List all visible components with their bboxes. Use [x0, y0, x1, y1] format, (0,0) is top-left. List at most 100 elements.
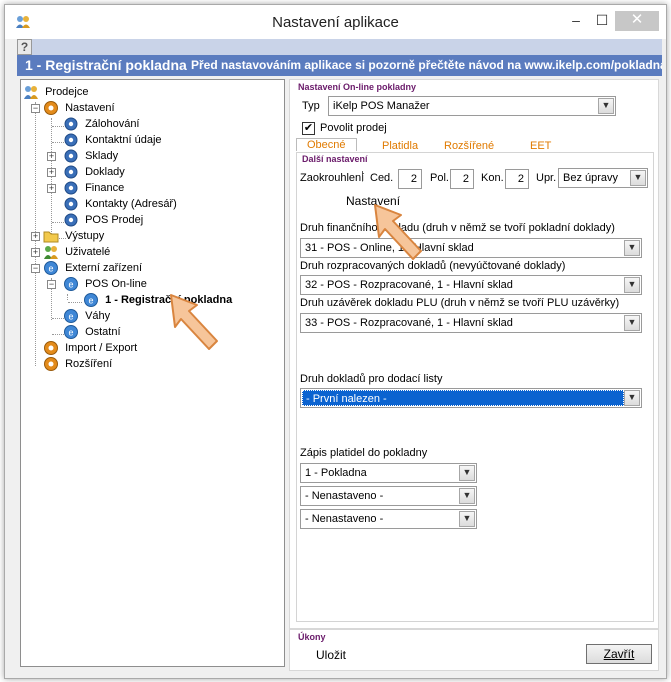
upr-select[interactable]: Bez úpravy ▼: [558, 168, 648, 188]
tab-rozsirene[interactable]: Rozšířené: [444, 140, 494, 152]
tree-item-externi-zarizeni[interactable]: e Externí zařízení: [43, 260, 142, 276]
upr-select-value: Bez úpravy: [563, 172, 619, 184]
tree-item-doklady[interactable]: Doklady: [63, 164, 125, 180]
payment-select-value: - Nenastaveno -: [305, 513, 384, 525]
pol-label: Pol.: [430, 172, 449, 184]
tree-item-finance[interactable]: Finance: [63, 180, 124, 196]
app-window: Nastavení aplikace – ☐ ✕ ? 1 - Registrač…: [4, 4, 667, 679]
expand-icon[interactable]: +: [31, 248, 40, 257]
header-hint: Před nastavováním aplikace si pozorně př…: [191, 58, 662, 72]
tab-obecne[interactable]: Obecné: [296, 138, 357, 151]
open-doc-select-value: 32 - POS - Rozpracované, 1 - Hlavní skla…: [305, 279, 513, 291]
maximize-button[interactable]: ☐: [589, 11, 615, 31]
folder-icon: [43, 231, 59, 243]
expand-icon[interactable]: +: [47, 184, 56, 193]
kon-input[interactable]: 2: [505, 169, 529, 189]
chevron-down-icon: ▼: [459, 488, 475, 504]
collapse-icon[interactable]: −: [31, 264, 40, 273]
help-icon[interactable]: ?: [17, 39, 32, 55]
tree-item-label: Zálohování: [85, 118, 140, 130]
type-select-value: iKelp POS Manažer: [333, 100, 430, 112]
fin-doc-select[interactable]: 31 - POS - Online, 1 - Hlavní sklad ▼: [300, 238, 642, 258]
settings-tree: Prodejce − Nastavení Zálohování Kontaktn…: [20, 79, 285, 667]
device-icon: e: [44, 261, 58, 275]
tree-item-label: Kontaktní údaje: [85, 134, 162, 146]
save-button[interactable]: Uložit: [316, 648, 346, 662]
tree-item-kontaktni-udaje[interactable]: Kontaktní údaje: [63, 132, 162, 148]
tree-item-label: Rozšíření: [65, 358, 113, 370]
more-settings-label: Další nastavení: [302, 154, 368, 164]
tree-item-pos-online[interactable]: e POS On-line: [63, 276, 147, 292]
tree-item-ostatni[interactable]: e Ostatní: [63, 324, 121, 340]
svg-text:e: e: [68, 280, 73, 290]
delivery-select[interactable]: - První nalezen - ▼: [300, 388, 642, 408]
tree-item-label: Kontakty (Adresář): [85, 198, 177, 210]
close-button[interactable]: Zavřít: [586, 644, 652, 664]
ced-label: Ced.: [370, 172, 394, 184]
plu-label: Druh uzávěrek dokladu PLU (druh v němž s…: [300, 297, 620, 309]
tree-item-vystupy[interactable]: Výstupy: [43, 228, 104, 244]
device-icon: e: [84, 293, 98, 307]
small-gear-icon: [64, 197, 78, 211]
type-select[interactable]: iKelp POS Manažer ▼: [328, 96, 616, 116]
tree-item-label: Finance: [85, 182, 125, 194]
payment-select-2[interactable]: - Nenastaveno - ▼: [300, 486, 477, 506]
svg-text:e: e: [68, 312, 73, 322]
tree-item-label: Sklady: [85, 150, 119, 162]
minimize-button[interactable]: –: [563, 11, 589, 31]
tree-item-prodejce[interactable]: Prodejce: [23, 84, 88, 100]
tree-item-label: POS On-line: [85, 278, 147, 290]
allow-sale-checkbox[interactable]: ✔: [302, 122, 315, 135]
pol-input[interactable]: 2: [450, 169, 474, 189]
expand-icon[interactable]: +: [31, 232, 40, 241]
plu-select[interactable]: 33 - POS - Rozpracované, 1 - Hlavní skla…: [300, 313, 642, 333]
tree-item-kontakty[interactable]: Kontakty (Adresář): [63, 196, 177, 212]
collapse-icon[interactable]: −: [47, 280, 56, 289]
page-header: 1 - Registrační pokladna Před nastavován…: [17, 55, 662, 76]
tree-item-label: Výstupy: [65, 230, 105, 242]
delivery-select-value: - První nalezen -: [302, 390, 624, 406]
small-gear-icon: [64, 149, 78, 163]
type-label: Typ: [302, 100, 320, 112]
tree-item-sklady[interactable]: Sklady: [63, 148, 118, 164]
device-icon: e: [64, 309, 78, 323]
tree-item-pos-prodej[interactable]: POS Prodej: [63, 212, 143, 228]
actions-label: Úkony: [298, 632, 326, 642]
plu-select-value: 33 - POS - Rozpracované, 1 - Hlavní skla…: [305, 317, 513, 329]
tree-item-zalohovani[interactable]: Zálohování: [63, 116, 140, 132]
tree-item-label: Ostatní: [85, 326, 121, 338]
open-doc-label: Druh rozpracovaných dokladů (nevyúčtovan…: [300, 260, 566, 272]
rounding-label: Zaokrouhlení: [300, 172, 365, 184]
tab-platidla[interactable]: Platidla: [382, 140, 418, 152]
small-gear-icon: [64, 213, 78, 227]
payment-select-1[interactable]: 1 - Pokladna ▼: [300, 463, 477, 483]
payment-select-3[interactable]: - Nenastaveno - ▼: [300, 509, 477, 529]
tree-item-uzivatele[interactable]: Uživatelé: [43, 244, 110, 260]
help-strip: ?: [17, 39, 662, 55]
close-window-button[interactable]: ✕: [615, 11, 659, 31]
collapse-icon[interactable]: −: [31, 104, 40, 113]
expand-icon[interactable]: +: [47, 152, 56, 161]
tab-eet[interactable]: EET: [530, 140, 551, 152]
payment-select-value: 1 - Pokladna: [305, 467, 367, 479]
tree-item-label: Doklady: [85, 166, 125, 178]
expand-icon[interactable]: +: [47, 168, 56, 177]
fin-doc-label: Druh finančního dokladu (druh v němž se …: [300, 222, 615, 234]
payment-label: Zápis platidel do pokladny: [300, 447, 428, 459]
chevron-down-icon: ▼: [630, 170, 646, 186]
device-icon: e: [64, 325, 78, 339]
small-gear-icon: [64, 181, 78, 195]
tree-item-label: Externí zařízení: [65, 262, 143, 274]
tree-item-vahy[interactable]: e Váhy: [63, 308, 110, 324]
ced-input[interactable]: 2: [398, 169, 422, 189]
tree-item-import-export[interactable]: Import / Export: [43, 340, 137, 356]
kon-label: Kon.: [481, 172, 504, 184]
chevron-down-icon: ▼: [459, 465, 475, 481]
open-doc-select[interactable]: 32 - POS - Rozpracované, 1 - Hlavní skla…: [300, 275, 642, 295]
users-icon: [44, 246, 58, 259]
svg-text:e: e: [68, 328, 73, 338]
tree-item-rozsireni[interactable]: Rozšíření: [43, 356, 112, 372]
tree-item-nastaveni[interactable]: Nastavení: [43, 100, 115, 116]
settings-panel: Nastavení On-line pokladny Typ iKelp POS…: [289, 79, 659, 629]
tree-item-label: POS Prodej: [85, 214, 144, 226]
